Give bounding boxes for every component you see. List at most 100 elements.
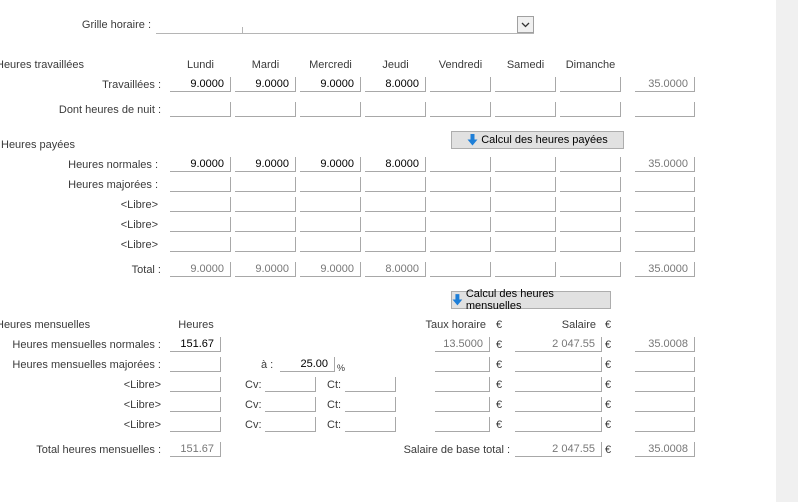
hours-field[interactable]: 9.0000 bbox=[235, 157, 296, 172]
salary-field[interactable] bbox=[515, 397, 602, 412]
hours-field[interactable] bbox=[495, 77, 556, 92]
monthly-row-label: <Libre> bbox=[123, 379, 161, 391]
hourly-rate-field[interactable] bbox=[435, 357, 490, 372]
col-rate-header: Taux horaire bbox=[425, 319, 486, 331]
salary-field[interactable] bbox=[515, 417, 602, 432]
hourly-rate-field[interactable] bbox=[435, 377, 490, 392]
cv-field[interactable] bbox=[265, 397, 316, 412]
hours-field[interactable] bbox=[365, 197, 426, 212]
calc-paid-hours-button[interactable]: Calcul des heures payées bbox=[451, 131, 624, 149]
hours-field[interactable] bbox=[170, 217, 231, 232]
row-label: Dont heures de nuit : bbox=[58, 104, 161, 116]
hours-field[interactable] bbox=[170, 177, 231, 192]
hours-field[interactable] bbox=[300, 197, 361, 212]
ct-field[interactable] bbox=[345, 417, 396, 432]
hours-field[interactable] bbox=[560, 237, 621, 252]
hours-field[interactable] bbox=[430, 77, 491, 92]
monthly-hours-field[interactable]: 151.67 bbox=[170, 337, 221, 352]
hours-field[interactable] bbox=[430, 237, 491, 252]
hours-field[interactable] bbox=[430, 197, 491, 212]
hours-field[interactable] bbox=[300, 237, 361, 252]
row-total-field[interactable]: 35.0000 bbox=[635, 157, 695, 172]
hours-field[interactable] bbox=[495, 197, 556, 212]
hours-field[interactable] bbox=[560, 197, 621, 212]
cv-field[interactable] bbox=[265, 377, 316, 392]
row-total-field[interactable] bbox=[635, 177, 695, 192]
hours-field[interactable] bbox=[170, 237, 231, 252]
grid-combobox[interactable] bbox=[156, 16, 534, 34]
hours-field[interactable] bbox=[235, 217, 296, 232]
monthly-hours-field[interactable] bbox=[170, 377, 221, 392]
hours-field[interactable] bbox=[300, 217, 361, 232]
calc-monthly-hours-label: Calcul des heures mensuelles bbox=[465, 288, 554, 312]
monthly-total-hours-field: 151.67 bbox=[170, 442, 221, 457]
hours-field[interactable] bbox=[495, 157, 556, 172]
hours-field[interactable] bbox=[430, 177, 491, 192]
chevron-down-icon[interactable] bbox=[517, 16, 534, 33]
hours-field[interactable]: 8.0000 bbox=[365, 157, 426, 172]
hours-field[interactable]: 9.0000 bbox=[235, 77, 296, 92]
monthly-hours-field[interactable] bbox=[170, 397, 221, 412]
row-total-field[interactable] bbox=[635, 102, 695, 117]
salary-field[interactable] bbox=[515, 377, 602, 392]
hours-field[interactable] bbox=[235, 197, 296, 212]
hours-field[interactable] bbox=[560, 157, 621, 172]
ct-field[interactable] bbox=[345, 377, 396, 392]
hours-field[interactable] bbox=[365, 237, 426, 252]
hours-field[interactable] bbox=[235, 177, 296, 192]
hours-field[interactable] bbox=[170, 197, 231, 212]
hourly-rate-field[interactable] bbox=[435, 417, 490, 432]
hours-field[interactable]: 9.0000 bbox=[170, 157, 231, 172]
hours-field[interactable]: 8.0000 bbox=[365, 77, 426, 92]
hours-field[interactable] bbox=[235, 237, 296, 252]
percent-sign: % bbox=[337, 363, 346, 373]
extra-value-field[interactable]: 35.0008 bbox=[635, 337, 695, 352]
hours-field[interactable] bbox=[495, 102, 556, 117]
ct-field[interactable] bbox=[345, 397, 396, 412]
row-total-field[interactable] bbox=[635, 237, 695, 252]
hours-field[interactable] bbox=[495, 177, 556, 192]
hours-field[interactable] bbox=[495, 237, 556, 252]
day-header: Mardi bbox=[251, 59, 280, 71]
calc-monthly-hours-button[interactable]: Calcul des heures mensuelles bbox=[451, 288, 611, 312]
extra-value-field[interactable] bbox=[635, 397, 695, 412]
hours-field[interactable]: 9.0000 bbox=[300, 77, 361, 92]
hours-field[interactable] bbox=[560, 77, 621, 92]
hours-field[interactable] bbox=[560, 217, 621, 232]
hours-field[interactable] bbox=[300, 177, 361, 192]
hours-field[interactable] bbox=[430, 217, 491, 232]
hours-field[interactable] bbox=[300, 102, 361, 117]
row-total-field[interactable] bbox=[635, 197, 695, 212]
hours-field[interactable] bbox=[365, 102, 426, 117]
rate-at-label: à : bbox=[261, 359, 274, 371]
hours-field[interactable] bbox=[560, 102, 621, 117]
extra-value-field[interactable] bbox=[635, 357, 695, 372]
hours-field[interactable] bbox=[170, 102, 231, 117]
overtime-percent-field[interactable]: 25.00 bbox=[280, 357, 335, 372]
monthly-hours-field[interactable] bbox=[170, 417, 221, 432]
hourly-rate-field[interactable] bbox=[435, 397, 490, 412]
monthly-row-label: Heures mensuelles majorées : bbox=[12, 359, 161, 371]
extra-total-field: 35.0008 bbox=[635, 442, 695, 457]
extra-value-field[interactable] bbox=[635, 377, 695, 392]
hours-field[interactable] bbox=[560, 177, 621, 192]
row-total-field[interactable]: 35.0000 bbox=[635, 77, 695, 92]
monthly-hours-field[interactable] bbox=[170, 357, 221, 372]
total-field bbox=[430, 262, 491, 277]
hours-field[interactable] bbox=[365, 217, 426, 232]
hours-field[interactable] bbox=[430, 157, 491, 172]
cv-field[interactable] bbox=[265, 417, 316, 432]
hours-field[interactable] bbox=[495, 217, 556, 232]
row-total-field[interactable] bbox=[635, 217, 695, 232]
hours-field[interactable]: 9.0000 bbox=[300, 157, 361, 172]
hourly-rate-field[interactable]: 13.5000 bbox=[435, 337, 490, 352]
hours-field[interactable]: 9.0000 bbox=[170, 77, 231, 92]
salary-currency: € bbox=[605, 359, 612, 371]
salary-field[interactable]: 2 047.55 bbox=[515, 337, 602, 352]
hours-field[interactable] bbox=[235, 102, 296, 117]
hours-field[interactable] bbox=[430, 102, 491, 117]
salary-field[interactable] bbox=[515, 357, 602, 372]
salary-currency-header: € bbox=[605, 319, 612, 331]
extra-value-field[interactable] bbox=[635, 417, 695, 432]
hours-field[interactable] bbox=[365, 177, 426, 192]
